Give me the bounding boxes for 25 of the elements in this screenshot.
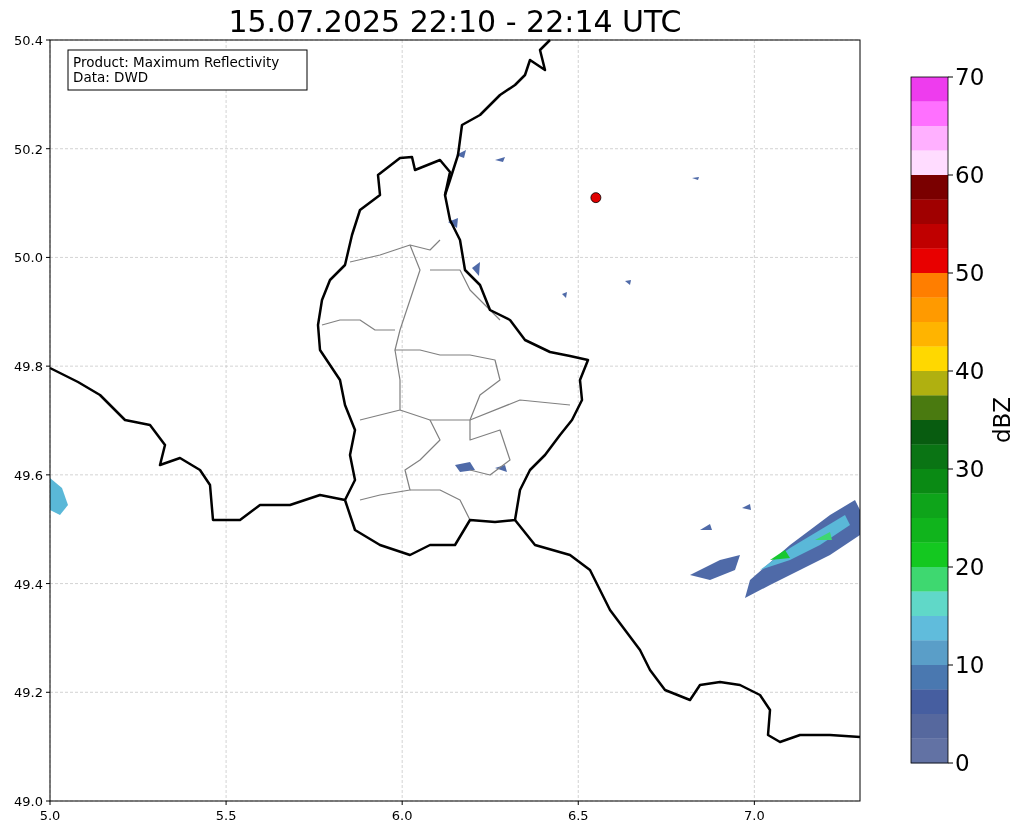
- y-tick-label: 49.2: [14, 685, 43, 701]
- y-tick-label: 50.4: [14, 33, 43, 48]
- x-tick-label: 6.0: [391, 808, 413, 823]
- y-tick-label: 50.2: [14, 141, 43, 157]
- colorbar-tick-label: 30: [955, 456, 985, 482]
- x-tick-label: 5.0: [39, 808, 61, 823]
- colorbar-tick-label: 10: [955, 652, 985, 678]
- info-text: Data: DWD: [73, 69, 149, 85]
- colorbar-tick-label: 0: [955, 750, 970, 776]
- x-tick-label: 5.5: [215, 808, 237, 823]
- colorbar-tick-label: 20: [955, 554, 985, 580]
- colorbar-axis-label: dBZ: [989, 396, 1015, 444]
- y-tick-label: 49.8: [14, 359, 43, 375]
- y-tick-label: 49.4: [14, 576, 43, 592]
- y-tick-label: 49.0: [14, 794, 43, 809]
- chart-title: 15.07.2025 22:10 - 22:14 UTC: [228, 4, 682, 39]
- colorbar-tick-label: 60: [955, 162, 985, 188]
- colorbar-tick-label: 70: [955, 64, 985, 90]
- colorbar-tick-label: 40: [955, 358, 985, 384]
- x-tick-label: 7.0: [744, 808, 765, 823]
- x-tick-label: 6.5: [567, 808, 589, 823]
- colorbar-tick-label: 50: [955, 260, 985, 286]
- y-tick-label: 49.6: [14, 467, 43, 483]
- info-text: Product: Maximum Reflectivity: [73, 54, 280, 70]
- y-tick-label: 50.0: [14, 250, 43, 266]
